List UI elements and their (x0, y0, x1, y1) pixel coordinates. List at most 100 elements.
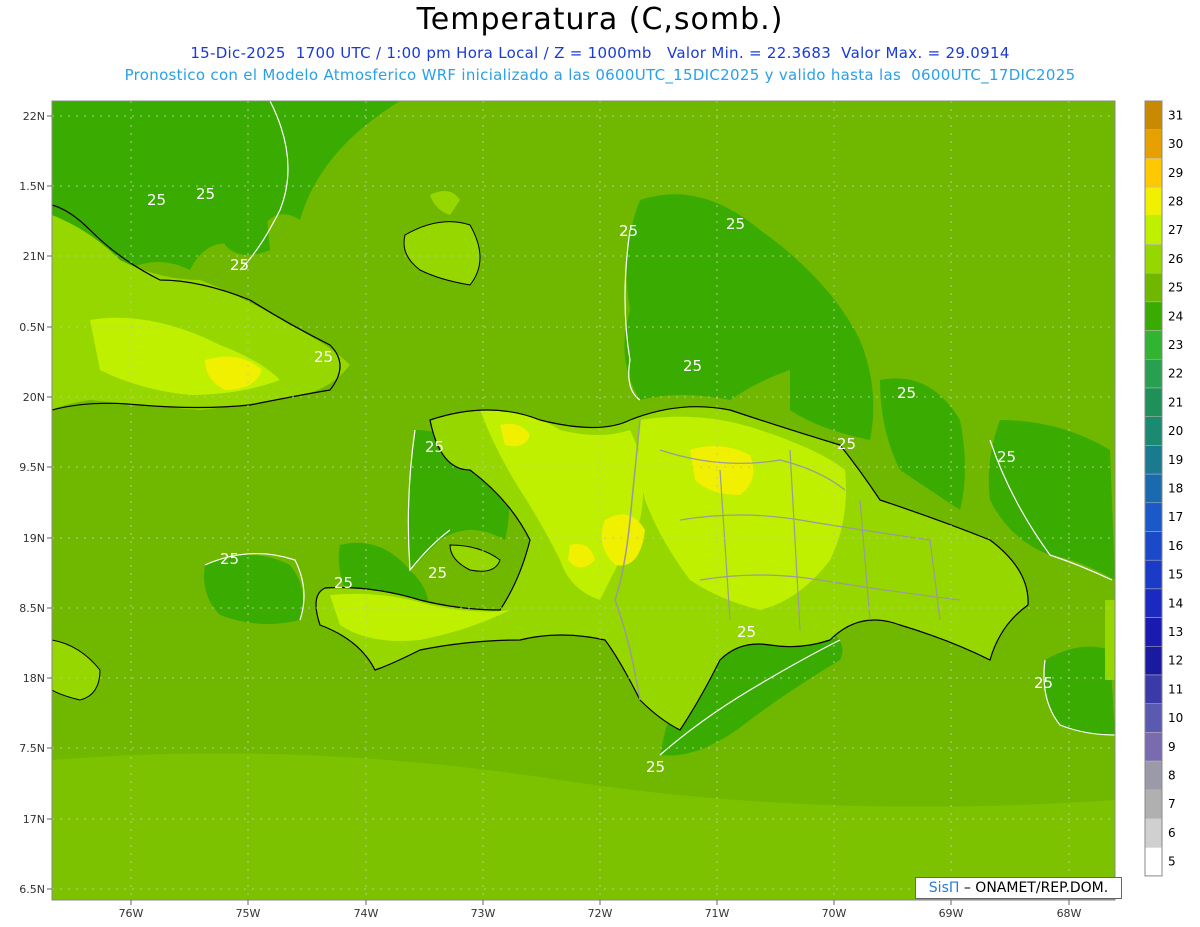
legend-label: 29 (1168, 166, 1183, 180)
legend-label: 18 (1168, 481, 1183, 495)
lat-label: 7.5N (19, 742, 45, 755)
contour-label-25: 25 (314, 348, 333, 366)
legend-label: 31 (1168, 108, 1183, 122)
legend-swatch (1144, 760, 1163, 791)
legend-label: 17 (1168, 510, 1183, 524)
lat-label: 0.5N (19, 321, 45, 334)
contour-label-25: 25 (1034, 674, 1053, 692)
lon-label: 74W (354, 907, 379, 920)
latitude-labels: 22N 1.5N 21N 0.5N 20N 9.5N 19N 8.5N 18N 7.5N 17N 6.… (19, 110, 52, 896)
cool-zone-jamaica-channel (204, 555, 304, 624)
legend-label: 25 (1168, 281, 1183, 295)
contour-label-25: 25 (646, 758, 665, 776)
lat-label: 17N (23, 813, 45, 826)
puerto-rico-edge (1105, 600, 1115, 680)
legend-label: 27 (1168, 223, 1183, 237)
lat-label: 6.5N (19, 883, 45, 896)
lat-label: 9.5N (19, 461, 45, 474)
legend-swatch (1144, 703, 1163, 733)
contour-label-25: 25 (428, 564, 447, 582)
legend-label: 22 (1168, 367, 1183, 381)
color-legend: 31 30 29 28 27 26 25 24 23 22 21 20 19 18 17 16 15 14 13 12… (1144, 100, 1183, 877)
legend-swatch (1144, 445, 1163, 475)
legend-swatch (1144, 359, 1163, 389)
lat-label: 18N (23, 672, 45, 685)
legend-label: 12 (1168, 654, 1183, 668)
contour-label-25: 25 (683, 357, 702, 375)
legend-swatch (1144, 100, 1163, 130)
legend-label: 19 (1168, 453, 1183, 467)
legend-label: 7 (1168, 797, 1176, 811)
legend-swatch (1144, 846, 1163, 877)
credit-box: SisΠ – ONAMET/REP.DOM. (915, 877, 1122, 899)
credit-text: – ONAMET/REP.DOM. (963, 880, 1109, 896)
legend-swatch (1144, 559, 1163, 590)
legend-swatch (1144, 732, 1163, 762)
lon-label: 70W (822, 907, 847, 920)
legend-swatch (1144, 129, 1163, 159)
legend-label: 9 (1168, 740, 1176, 754)
contour-label-25: 25 (997, 448, 1016, 466)
lat-label: 8.5N (19, 602, 45, 615)
legend-swatch (1144, 158, 1163, 188)
contour-label-25: 25 (425, 438, 444, 456)
lat-label: 19N (23, 532, 45, 545)
legend-label: 30 (1168, 137, 1183, 151)
map-field: 25 25 25 25 25 25 25 25 25 25 25 25 25 25 25 25 25 (52, 101, 1115, 900)
legend-swatch (1144, 387, 1163, 417)
legend-swatch (1144, 473, 1163, 504)
legend-label: 14 (1168, 596, 1183, 610)
lon-label: 75W (236, 907, 261, 920)
lon-label: 72W (588, 907, 613, 920)
legend-swatch (1144, 646, 1163, 676)
temperature-map: 25 25 25 25 25 25 25 25 25 25 25 25 25 25 25 25 25 76W 75… (19, 100, 1183, 920)
legend-swatch (1144, 818, 1163, 848)
contour-label-25: 25 (147, 191, 166, 209)
legend-label: 11 (1168, 682, 1183, 696)
legend-label: 16 (1168, 539, 1183, 553)
legend-label: 6 (1168, 826, 1176, 840)
lon-label: 76W (119, 907, 144, 920)
legend-swatch (1144, 789, 1163, 819)
lon-label: 69W (939, 907, 964, 920)
legend-label: 8 (1168, 768, 1176, 782)
lat-label: 1.5N (19, 180, 45, 193)
legend-label: 15 (1168, 568, 1183, 582)
lat-label: 20N (23, 391, 45, 404)
legend-label: 26 (1168, 252, 1183, 266)
legend-swatch (1144, 588, 1163, 618)
legend-swatch (1144, 674, 1163, 704)
legend-swatch (1144, 416, 1163, 446)
lat-label: 21N (23, 250, 45, 263)
contour-label-25: 25 (837, 435, 856, 453)
contour-label-25: 25 (220, 550, 239, 568)
legend-swatch (1144, 301, 1163, 331)
contour-label-25: 25 (737, 623, 756, 641)
contour-label-25: 25 (619, 222, 638, 240)
contour-label-25: 25 (196, 185, 215, 203)
lon-label: 68W (1057, 907, 1082, 920)
lon-label: 73W (471, 907, 496, 920)
lon-label: 71W (705, 907, 730, 920)
longitude-labels: 76W 75W 74W 73W 72W 71W 70W 69W 68W (119, 900, 1082, 920)
legend-swatch (1144, 330, 1163, 360)
legend-swatch (1144, 215, 1163, 245)
legend-label: 21 (1168, 395, 1183, 409)
legend-swatch (1144, 244, 1163, 274)
legend-swatch (1144, 531, 1163, 561)
legend-label: 20 (1168, 424, 1183, 438)
legend-swatch (1144, 502, 1163, 532)
legend-swatch (1144, 186, 1163, 217)
legend-label: 23 (1168, 338, 1183, 352)
legend-label: 13 (1168, 625, 1183, 639)
contour-label-25: 25 (334, 574, 353, 592)
credit-brand: SisΠ (928, 880, 960, 896)
legend-label: 10 (1168, 711, 1183, 725)
contour-label-25: 25 (726, 215, 745, 233)
contour-label-25: 25 (230, 256, 249, 274)
contour-label-25: 25 (897, 384, 916, 402)
lat-label: 22N (23, 110, 45, 123)
legend-swatch (1144, 617, 1163, 647)
legend-label: 24 (1168, 309, 1183, 323)
legend-label: 28 (1168, 194, 1183, 208)
